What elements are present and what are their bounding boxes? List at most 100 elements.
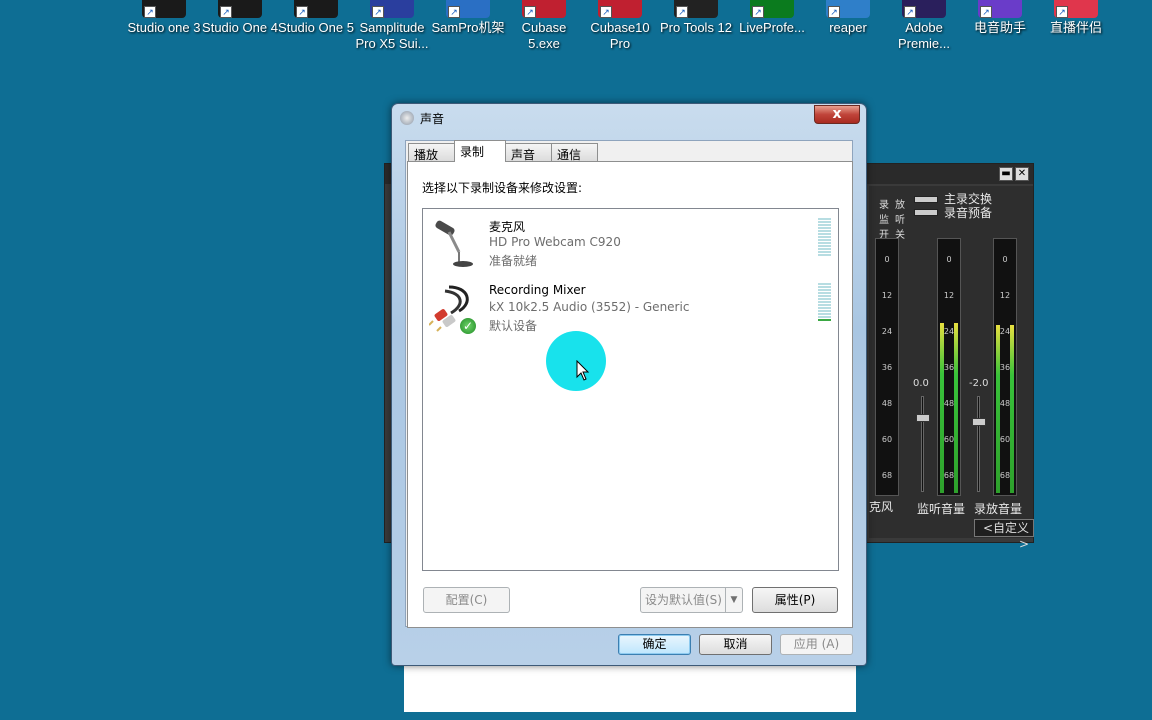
- shortcut-icon: ↗: [674, 0, 718, 18]
- device-subtitle: HD Pro Webcam C920: [489, 235, 621, 249]
- mixer-close-button[interactable]: ✕: [1015, 167, 1029, 181]
- meter-tick-label: 24: [881, 327, 893, 336]
- shortcut-arrow-icon: ↗: [600, 6, 612, 18]
- custom-button[interactable]: <自定义>: [974, 519, 1034, 551]
- tab-playback[interactable]: 播放: [408, 143, 455, 162]
- default-device-check-icon: ✓: [459, 317, 477, 335]
- shortcut-arrow-icon: ↗: [448, 6, 460, 18]
- desktop-icon[interactable]: ↗ SamPro机架: [430, 0, 506, 36]
- configure-button[interactable]: 配置(C): [423, 587, 510, 613]
- desktop-icon[interactable]: ↗ Adobe Premie...: [886, 0, 962, 52]
- recording-tab-page: 选择以下录制设备来修改设置: 麦克风 HD Pro Webcam C920 准备…: [407, 161, 853, 628]
- shortcut-icon: ↗: [446, 0, 490, 18]
- desktop-icon-label: Studio One 5: [278, 20, 354, 35]
- main-record-switch[interactable]: [914, 196, 938, 203]
- level-segment: [818, 230, 831, 232]
- shortcut-icon: ↗: [218, 0, 262, 18]
- level-segment: [818, 313, 831, 315]
- meter-tick-label: 60: [881, 435, 893, 444]
- cancel-button[interactable]: 取消: [699, 634, 772, 655]
- mic-volume-label: 克风: [869, 500, 894, 514]
- dialog-close-button[interactable]: x: [814, 105, 860, 124]
- device-status: 准备就绪: [489, 254, 538, 268]
- desktop-icon-label: Samplitude Pro X5 Sui...: [355, 20, 429, 51]
- monitor-fader-knob[interactable]: [916, 414, 930, 422]
- tab-communications[interactable]: 通信: [551, 143, 598, 162]
- set-default-button[interactable]: 设为默认值(S) ▼: [640, 587, 743, 613]
- shortcut-arrow-icon: ↗: [296, 6, 308, 18]
- monitor-meter: 0 12 24 36 48 60 68: [937, 238, 961, 496]
- instruction-text: 选择以下录制设备来修改设置:: [422, 181, 583, 195]
- device-item-recording-mixer[interactable]: ✓ Recording Mixer kX 10k2.5 Audio (3552)…: [427, 279, 832, 341]
- shortcut-arrow-icon: ↗: [144, 6, 156, 18]
- tab-recording[interactable]: 录制: [454, 140, 506, 162]
- playback-fader-knob[interactable]: [972, 418, 986, 426]
- shortcut-icon: ↗: [902, 0, 946, 18]
- desktop-icon[interactable]: ↗ 电音助手: [962, 0, 1038, 36]
- desktop-icon[interactable]: ↗ LiveProfe...: [734, 0, 810, 36]
- tab-sounds[interactable]: 声音: [505, 143, 552, 162]
- playback-volume-label: 录放音量: [974, 502, 1023, 516]
- desktop-icon[interactable]: ↗ 直播伴侣: [1038, 0, 1114, 36]
- record-ready-label: 录音预备: [944, 206, 993, 220]
- mixer-minimize-button[interactable]: ▬: [999, 167, 1013, 181]
- mic-meter: 0 12 24 36 48 60 68: [875, 238, 899, 496]
- meter-tick-label: 48: [881, 399, 893, 408]
- desktop-icon[interactable]: ↗ Samplitude Pro X5 Sui...: [354, 0, 430, 52]
- desktop-icon[interactable]: ↗ Studio One 5: [278, 0, 354, 36]
- sound-dialog: 声音 x 播放 录制 声音 通信 选择以下录制设备来修改设置: 麦克风 HD P…: [391, 103, 867, 666]
- desktop-icon[interactable]: ↗ Cubase10 Pro: [582, 0, 658, 52]
- desktop-icon-label: 直播伴侣: [1049, 20, 1102, 35]
- level-segment: [818, 236, 831, 238]
- shortcut-icon: ↗: [598, 0, 642, 18]
- playback-fader-value: -2.0: [969, 378, 989, 389]
- level-segment: [818, 304, 831, 306]
- device-list: 麦克风 HD Pro Webcam C920 准备就绪 ✓ Recording …: [422, 208, 839, 571]
- level-segment: [818, 251, 831, 253]
- properties-button[interactable]: 属性(P): [752, 587, 838, 613]
- desktop-icon-label: Pro Tools 12: [659, 20, 733, 35]
- mixer-panel: 录监开 放听关 主录交换 录音预备 0 12 24 36 48 60 68 0 12 24 36 4…: [869, 186, 1033, 538]
- device-subtitle: kX 10k2.5 Audio (3552) - Generic: [489, 300, 690, 314]
- ok-button[interactable]: 确定: [618, 634, 691, 655]
- playback-monitor-label: 放听关: [895, 200, 905, 241]
- level-segment: [818, 233, 831, 235]
- device-item-microphone[interactable]: 麦克风 HD Pro Webcam C920 准备就绪: [427, 214, 832, 276]
- mouse-cursor-icon: [576, 360, 590, 381]
- level-segment: [818, 298, 831, 300]
- meter-tick-label: 36: [881, 363, 893, 372]
- desktop-icon-label: Adobe Premie...: [897, 20, 950, 51]
- shortcut-arrow-icon: ↗: [676, 6, 688, 18]
- playback-fader-track[interactable]: [977, 396, 980, 492]
- device-status: 默认设备: [489, 319, 538, 333]
- monitor-fader-value: 0.0: [913, 378, 929, 389]
- desktop-icon[interactable]: ↗ reaper: [810, 0, 886, 36]
- record-ready-switch[interactable]: [914, 209, 938, 216]
- shortcut-icon: ↗: [522, 0, 566, 18]
- level-segment: [818, 221, 831, 223]
- chevron-down-icon[interactable]: ▼: [725, 588, 742, 612]
- desktop-icon[interactable]: ↗ Studio one 3: [126, 0, 202, 36]
- shortcut-arrow-icon: ↗: [372, 6, 384, 18]
- level-segment: [818, 283, 831, 285]
- meter-tick-label: 68: [881, 471, 893, 480]
- monitor-fader-track[interactable]: [921, 396, 924, 492]
- desktop-icon[interactable]: ↗ Pro Tools 12: [658, 0, 734, 36]
- playback-meter-bar-left: [996, 325, 1000, 493]
- desktop-icon-label: Cubase10 Pro: [590, 20, 650, 51]
- desktop-icon[interactable]: ↗ Cubase 5.exe: [506, 0, 582, 52]
- level-meter: [818, 218, 831, 258]
- shortcut-icon: ↗: [978, 0, 1022, 18]
- shortcut-icon: ↗: [1054, 0, 1098, 18]
- level-segment: [818, 289, 831, 291]
- shortcut-icon: ↗: [370, 0, 414, 18]
- apply-button[interactable]: 应用 (A): [780, 634, 853, 655]
- desktop-icon[interactable]: ↗ Studio One 4: [202, 0, 278, 36]
- level-segment: [818, 242, 831, 244]
- background-white-area: [404, 662, 856, 712]
- desktop-icon-label: SamPro机架: [431, 20, 505, 35]
- desktop-icon-label: Studio one 3: [127, 20, 201, 35]
- shortcut-icon: ↗: [826, 0, 870, 18]
- monitor-meter-bar-left: [940, 323, 944, 493]
- level-segment: [818, 316, 831, 318]
